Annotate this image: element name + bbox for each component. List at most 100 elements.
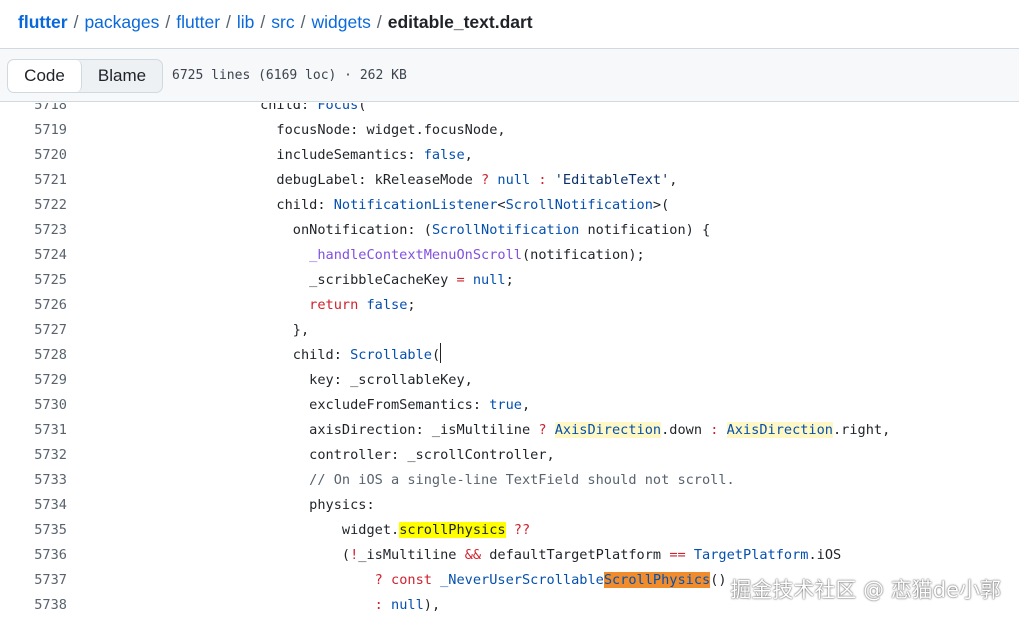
breadcrumb-separator: / [260,11,266,32]
code-token: == [669,547,686,563]
code-token: ? [538,422,547,438]
code-line: 5730 excludeFromSemantics: true, [0,393,1019,418]
code-token: _handleContextMenuOnScroll [309,247,522,263]
code-token: widget. [341,522,400,538]
line-number[interactable]: 5732 [0,443,67,468]
line-code: }, [80,318,309,343]
code-token: : [366,497,375,513]
line-number[interactable]: 5722 [0,193,67,218]
code-token: ; [505,272,514,288]
code-token: onNotification [292,222,408,238]
line-number[interactable]: 5737 [0,568,67,593]
code-viewer[interactable]: 5718 child: Focus(5719 focusNode: widget… [0,103,1019,620]
code-token: null [472,272,506,288]
code-line: 5735 widget.scrollPhysics ?? [0,518,1019,543]
code-token: Scrollable [350,347,432,363]
code-token: : _scrollController, [391,447,555,463]
code-token: : [300,103,318,113]
line-number[interactable]: 5728 [0,343,67,368]
line-number[interactable]: 5718 [0,103,67,118]
line-number[interactable]: 5720 [0,143,67,168]
code-token: ScrollNotification [505,197,653,213]
code-token: ( [431,347,441,363]
code-line: 5719 focusNode: widget.focusNode, [0,118,1019,143]
line-number[interactable]: 5738 [0,593,67,618]
line-code: _scribbleCacheKey = null; [80,268,514,293]
breadcrumb-current-file: editable_text.dart [387,11,533,32]
breadcrumb-packages-link[interactable]: packages [84,12,159,33]
line-number[interactable]: 5719 [0,118,67,143]
line-code: : null), [80,593,441,618]
code-token: .down [661,422,711,438]
code-token: key [309,372,334,388]
blame-view-button[interactable]: Blame [82,60,162,92]
line-code: excludeFromSemantics: true, [80,393,530,418]
code-token: _scribbleCacheKey [309,272,457,288]
line-number[interactable]: 5731 [0,418,67,443]
breadcrumb-src-link[interactable]: src [271,12,294,33]
code-token: () [710,572,727,588]
line-code: ? const _NeverUserScrollableScrollPhysic… [80,568,727,593]
file-toolbar: Code Blame 6725 lines (6169 loc) · 262 K… [0,48,1019,102]
code-line: 5728 child: Scrollable( [0,343,1019,368]
code-line: 5733 // On iOS a single-line TextField s… [0,468,1019,493]
breadcrumb-repo-link[interactable]: flutter [18,12,68,33]
line-code: widget.scrollPhysics ?? [80,518,530,543]
code-token: ( [341,547,351,563]
line-code: child: Scrollable( [80,343,442,368]
code-token: child [276,197,318,213]
code-token: debugLabel [276,172,359,188]
code-lines: 5718 child: Focus(5719 focusNode: widget… [0,103,1019,618]
code-line: 5738 : null), [0,593,1019,618]
code-token: ( [358,103,367,113]
line-number[interactable]: 5729 [0,368,67,393]
code-token: ScrollNotification [431,222,580,238]
line-number[interactable]: 5725 [0,268,67,293]
breadcrumb-lib-link[interactable]: lib [237,12,255,33]
breadcrumb-separator: / [376,11,382,32]
code-line: 5732 controller: _scrollController, [0,443,1019,468]
code-token: focusNode [276,122,351,138]
code-token: = [456,272,465,288]
code-line: 5724 _handleContextMenuOnScroll(notifica… [0,243,1019,268]
current-search-match: ScrollPhysics [603,572,711,588]
code-token: : ( [407,222,432,238]
line-code: (!_isMultiline && defaultTargetPlatform … [80,543,841,568]
line-number[interactable]: 5727 [0,318,67,343]
line-number[interactable]: 5736 [0,543,67,568]
code-token: : _scrollableKey, [333,372,473,388]
search-match-highlight: scrollPhysics [399,522,506,538]
line-code: child: NotificationListener<ScrollNotifi… [80,193,669,218]
line-number[interactable]: 5734 [0,493,67,518]
line-number[interactable]: 5733 [0,468,67,493]
code-token: // On iOS a single-line TextField should… [309,472,735,488]
line-code: axisDirection: _isMultiline ? AxisDirect… [80,418,890,443]
code-token: 'EditableText' [554,172,670,188]
code-line: 5729 key: _scrollableKey, [0,368,1019,393]
line-number[interactable]: 5730 [0,393,67,418]
code-view-button[interactable]: Code [8,60,82,92]
code-token: , [521,397,531,413]
code-line: 5721 debugLabel: kReleaseMode ? null : '… [0,168,1019,193]
text-cursor [440,343,442,363]
line-number[interactable]: 5721 [0,168,67,193]
line-number[interactable]: 5724 [0,243,67,268]
code-line: 5737 ? const _NeverUserScrollableScrollP… [0,568,1019,593]
breadcrumb-widgets-link[interactable]: widgets [312,12,371,33]
code-token: : _isMultiline [415,422,539,438]
line-number[interactable]: 5723 [0,218,67,243]
code-token: excludeFromSemantics [309,397,473,413]
code-token: .right, [833,422,891,438]
breadcrumb-flutter-link[interactable]: flutter [176,12,220,33]
code-token: child [292,347,334,363]
line-number[interactable]: 5735 [0,518,67,543]
breadcrumb-separator: / [165,11,171,32]
code-token: ? [481,172,490,188]
breadcrumb-separator: / [300,11,306,32]
line-number[interactable]: 5726 [0,293,67,318]
code-token: ; [407,297,416,313]
